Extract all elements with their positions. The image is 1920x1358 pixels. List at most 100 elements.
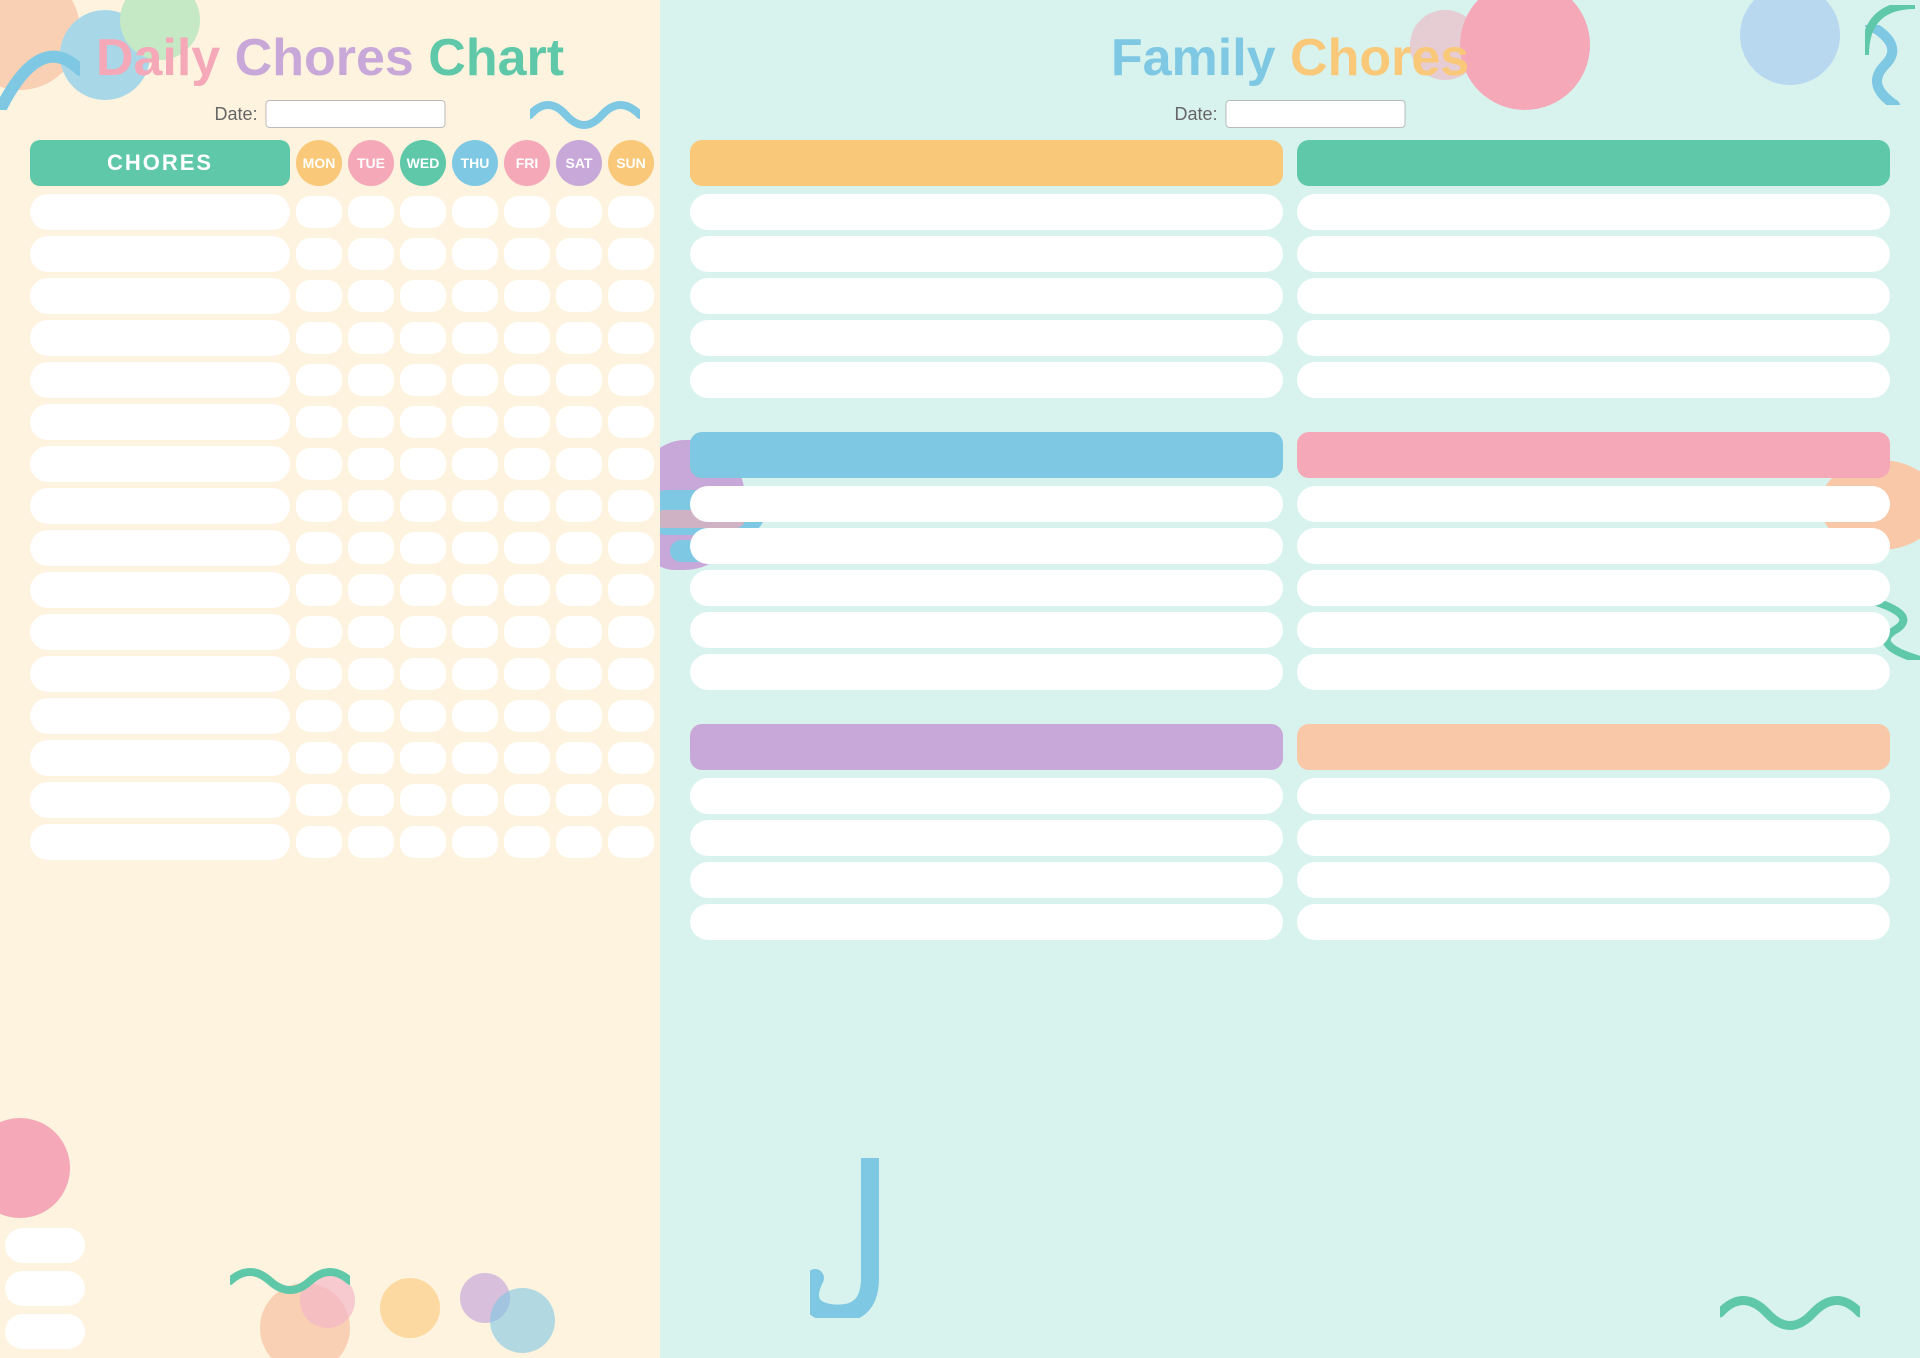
family-item[interactable] [1297, 612, 1890, 648]
day-check[interactable] [556, 616, 602, 648]
day-check[interactable] [608, 658, 654, 690]
day-check[interactable] [348, 280, 394, 312]
day-check[interactable] [400, 532, 446, 564]
chore-cell[interactable] [30, 236, 290, 272]
day-check[interactable] [348, 490, 394, 522]
day-check[interactable] [556, 532, 602, 564]
day-check[interactable] [608, 742, 654, 774]
day-check[interactable] [608, 364, 654, 396]
day-check[interactable] [452, 826, 498, 858]
day-check[interactable] [400, 280, 446, 312]
family-item[interactable] [690, 194, 1283, 230]
day-check[interactable] [400, 448, 446, 480]
chore-cell[interactable] [30, 530, 290, 566]
date-input-left[interactable] [266, 100, 446, 128]
family-item[interactable] [1297, 570, 1890, 606]
day-check[interactable] [296, 826, 342, 858]
family-item[interactable] [1297, 194, 1890, 230]
day-check[interactable] [608, 826, 654, 858]
chore-cell[interactable] [30, 572, 290, 608]
day-check[interactable] [504, 700, 550, 732]
day-check[interactable] [296, 238, 342, 270]
day-check[interactable] [556, 364, 602, 396]
day-check[interactable] [556, 406, 602, 438]
day-check[interactable] [348, 406, 394, 438]
chore-cell[interactable] [30, 194, 290, 230]
family-item[interactable] [690, 278, 1283, 314]
day-check[interactable] [608, 616, 654, 648]
day-check[interactable] [504, 364, 550, 396]
day-check[interactable] [400, 196, 446, 228]
family-item[interactable] [690, 904, 1283, 940]
day-check[interactable] [348, 742, 394, 774]
day-check[interactable] [296, 742, 342, 774]
day-check[interactable] [504, 784, 550, 816]
chore-cell[interactable] [30, 488, 290, 524]
day-check[interactable] [400, 490, 446, 522]
day-check[interactable] [608, 490, 654, 522]
family-item[interactable] [690, 528, 1283, 564]
family-item[interactable] [1297, 654, 1890, 690]
day-check[interactable] [296, 616, 342, 648]
day-check[interactable] [296, 784, 342, 816]
day-check[interactable] [556, 574, 602, 606]
day-check[interactable] [348, 448, 394, 480]
chore-cell[interactable] [30, 740, 290, 776]
day-check[interactable] [608, 322, 654, 354]
day-check[interactable] [348, 700, 394, 732]
day-check[interactable] [504, 658, 550, 690]
day-check[interactable] [556, 448, 602, 480]
chore-cell[interactable] [30, 278, 290, 314]
day-check[interactable] [452, 784, 498, 816]
day-check[interactable] [296, 532, 342, 564]
chore-cell[interactable] [30, 614, 290, 650]
family-item[interactable] [690, 486, 1283, 522]
day-check[interactable] [452, 532, 498, 564]
day-check[interactable] [504, 280, 550, 312]
day-check[interactable] [452, 658, 498, 690]
day-check[interactable] [296, 448, 342, 480]
family-item[interactable] [1297, 528, 1890, 564]
day-check[interactable] [504, 742, 550, 774]
day-check[interactable] [504, 322, 550, 354]
day-check[interactable] [452, 406, 498, 438]
day-check[interactable] [452, 742, 498, 774]
family-item[interactable] [690, 362, 1283, 398]
day-check[interactable] [400, 238, 446, 270]
chore-cell[interactable] [30, 404, 290, 440]
chore-cell[interactable] [30, 446, 290, 482]
day-check[interactable] [504, 616, 550, 648]
chore-cell[interactable] [30, 698, 290, 734]
day-check[interactable] [348, 532, 394, 564]
day-check[interactable] [452, 574, 498, 606]
day-check[interactable] [296, 658, 342, 690]
day-check[interactable] [608, 700, 654, 732]
day-check[interactable] [556, 280, 602, 312]
day-check[interactable] [608, 238, 654, 270]
day-check[interactable] [452, 616, 498, 648]
day-check[interactable] [296, 490, 342, 522]
family-item[interactable] [1297, 486, 1890, 522]
day-check[interactable] [504, 490, 550, 522]
day-check[interactable] [348, 658, 394, 690]
chore-cell[interactable] [30, 362, 290, 398]
family-item[interactable] [1297, 778, 1890, 814]
day-check[interactable] [400, 700, 446, 732]
family-item[interactable] [1297, 236, 1890, 272]
day-check[interactable] [348, 196, 394, 228]
day-check[interactable] [504, 532, 550, 564]
family-item[interactable] [690, 778, 1283, 814]
day-check[interactable] [400, 826, 446, 858]
day-check[interactable] [452, 280, 498, 312]
family-item[interactable] [690, 570, 1283, 606]
day-check[interactable] [608, 196, 654, 228]
day-check[interactable] [348, 238, 394, 270]
day-check[interactable] [608, 574, 654, 606]
day-check[interactable] [452, 700, 498, 732]
day-check[interactable] [400, 322, 446, 354]
day-check[interactable] [348, 826, 394, 858]
day-check[interactable] [296, 364, 342, 396]
day-check[interactable] [400, 574, 446, 606]
day-check[interactable] [400, 406, 446, 438]
family-item[interactable] [1297, 320, 1890, 356]
